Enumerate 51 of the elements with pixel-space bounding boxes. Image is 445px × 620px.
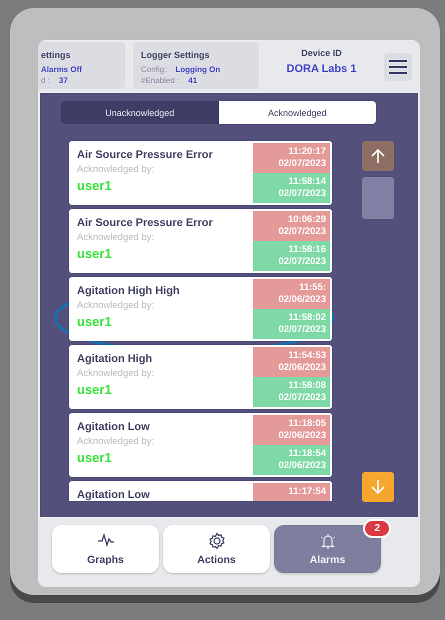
setting-label: Config: xyxy=(141,65,166,74)
arrow-down-icon xyxy=(371,479,385,495)
acknowledged-label: Acknowledged by: xyxy=(77,164,156,175)
tab[interactable]: Acknowledged xyxy=(218,101,376,124)
acknowledged-timestamp: 11:58:16 02/07/2023 xyxy=(253,241,330,271)
arrow-up-icon xyxy=(371,148,385,164)
acknowledged-label: Acknowledged by: xyxy=(77,368,156,379)
nav-button[interactable]: Graphs xyxy=(52,525,159,573)
alarm-name: Air Source Pressure Error xyxy=(77,149,214,161)
setting-label: #Enabled : xyxy=(141,76,180,85)
alarm-card[interactable]: Agitation Low Acknowledged by: user1 11:18:05 02/06/2023 11:18:54 02/06/2023 xyxy=(69,413,332,477)
bell-icon xyxy=(318,532,336,550)
card-title: ettings xyxy=(41,50,72,60)
alarm-name: Agitation Low xyxy=(77,421,151,433)
alarm-name: Air Source Pressure Error xyxy=(77,217,214,229)
user-name: user1 xyxy=(77,178,113,193)
settings-icon xyxy=(208,532,226,550)
device-id-label: Device ID xyxy=(301,48,342,58)
user-name: user1 xyxy=(77,382,113,397)
settings-card[interactable]: ettings Alarms Off d : 37 xyxy=(38,42,125,89)
alarm-card[interactable]: Air Source Pressure Error Acknowledged by: user1 10:06:29 02/07/2023 11:58:16 02/07/2023 xyxy=(69,209,332,273)
scroll-thumb[interactable] xyxy=(362,177,394,219)
acknowledged-timestamp: 11:58:14 02/07/2023 xyxy=(253,173,330,203)
raised-timestamp: 11:18:05 02/06/2023 xyxy=(253,415,330,445)
user-name: user1 xyxy=(77,450,113,465)
raised-timestamp: 11:20:17 02/07/2023 xyxy=(253,143,330,173)
menu-icon xyxy=(388,58,408,74)
acknowledged-label: Acknowledged by: xyxy=(77,436,156,447)
tab[interactable]: Unacknowledged xyxy=(61,101,218,124)
setting-value: Logging On xyxy=(175,65,220,74)
alarm-name: Agitation Low xyxy=(77,489,151,501)
nav-button[interactable]: Actions xyxy=(163,525,270,573)
alarm-card[interactable]: Agitation High Acknowledged by: user1 11:54:53 02/06/2023 11:58:08 02/07/2023 xyxy=(69,345,332,409)
alarm-card[interactable]: Air Source Pressure Error Acknowledged by: user1 11:20:17 02/07/2023 11:58:14 02/07/2023 xyxy=(69,141,332,205)
card-title: Logger Settings xyxy=(141,50,211,60)
raised-timestamp: 10:06:29 02/07/2023 xyxy=(253,211,330,241)
raised-timestamp: 11:17:54 xyxy=(253,483,330,501)
settings-card[interactable]: Logger Settings Config: Logging On #Enabled : 41 xyxy=(133,42,259,89)
acknowledged-label: Acknowledged by: xyxy=(77,232,156,243)
setting-value: Alarms Off xyxy=(41,65,82,74)
alarm-name: Agitation High xyxy=(77,353,154,365)
device-id-value: DORA Labs 1 xyxy=(286,63,356,75)
setting-value: 41 xyxy=(188,76,198,85)
setting-label: d : xyxy=(41,76,50,85)
acknowledged-timestamp: 11:58:08 02/07/2023 xyxy=(253,377,330,407)
alarm-card[interactable]: Agitation Low 11:17:54 xyxy=(69,481,332,501)
notification-badge: 2 xyxy=(363,519,391,538)
setting-value: 37 xyxy=(58,76,68,85)
menu-button[interactable] xyxy=(384,52,412,80)
acknowledged-timestamp: 11:18:54 02/06/2023 xyxy=(253,445,330,475)
user-name: user1 xyxy=(77,246,113,261)
